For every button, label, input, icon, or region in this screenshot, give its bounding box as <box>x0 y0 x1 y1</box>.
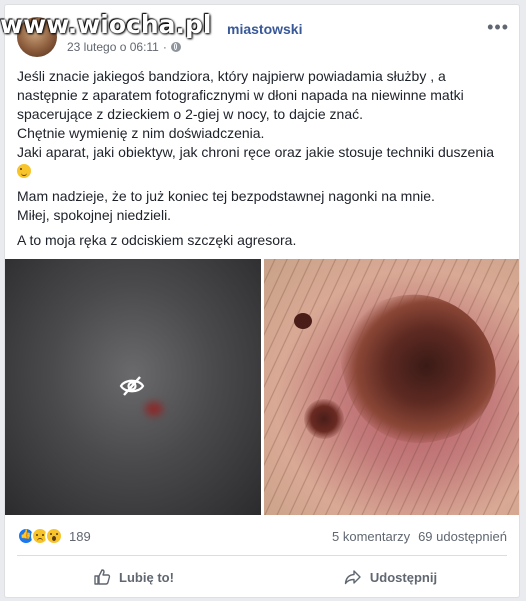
paragraph: A to moja ręka z odciskiem szczęki agres… <box>17 231 507 250</box>
text-line: Jaki aparat, jaki obiektyw, jak chroni r… <box>17 144 495 160</box>
wound-photo[interactable] <box>264 259 519 515</box>
shares-count[interactable]: 69 udostępnień <box>418 529 507 544</box>
post-card: miastowski 23 lutego o 06:11 · ••• Jeśli… <box>4 4 520 598</box>
comments-count[interactable]: 5 komentarzy <box>332 529 410 544</box>
reaction-count: 189 <box>69 528 91 544</box>
text-line: Jeśli znacie jakiegoś bandziora, który n… <box>17 68 446 84</box>
thumbs-up-icon <box>94 569 111 585</box>
text-line: Chętnie wymienię z nim doświadczenia. <box>17 125 265 141</box>
wink-emoji-icon <box>17 164 31 178</box>
share-button[interactable]: Udostępnij <box>262 561 519 593</box>
blurred-photo[interactable] <box>5 259 261 515</box>
meta-separator: · <box>162 40 167 54</box>
divider <box>17 555 507 556</box>
photo-grid <box>5 259 519 515</box>
hidden-eye-icon[interactable] <box>119 375 145 397</box>
post-text: Jeśli znacie jakiegoś bandziora, który n… <box>17 67 507 256</box>
paragraph: Mam nadzieje, że to już koniec tej bezpo… <box>17 187 507 225</box>
share-label: Udostępnij <box>369 569 438 585</box>
more-options-icon[interactable]: ••• <box>487 17 509 38</box>
author-name[interactable]: miastowski <box>227 21 302 37</box>
wound-spot <box>304 399 344 439</box>
text-line: Miłej, spokojnej niedzieli. <box>17 207 172 223</box>
paragraph: Jeśli znacie jakiegoś bandziora, który n… <box>17 67 507 181</box>
watermark: www.wiocha.pl <box>0 10 212 39</box>
globe-icon[interactable] <box>170 42 181 52</box>
text-line: Mam nadzieje, że to już koniec tej bezpo… <box>17 188 435 204</box>
like-button[interactable]: Lubię to! <box>5 561 262 593</box>
reactions-summary[interactable]: 189 <box>17 527 91 545</box>
action-bar: Lubię to! Udostępnij <box>5 561 519 593</box>
share-arrow-icon <box>344 570 361 585</box>
blur-spot <box>145 402 163 416</box>
post-meta: 23 lutego o 06:11 · <box>67 40 181 54</box>
text-line: następnie z aparatem fotograficznymi w d… <box>17 87 464 103</box>
post-date[interactable]: 23 lutego o 06:11 <box>67 40 159 54</box>
text-line: A to moja ręka z odciskiem szczęki agres… <box>17 232 297 248</box>
like-label: Lubię to! <box>119 569 174 585</box>
wound-spot <box>294 313 312 329</box>
wow-reaction-icon <box>45 527 63 545</box>
text-line: spacerujące z dzieckiem o 2-giej w nocy,… <box>17 106 364 122</box>
engagement-counts: 5 komentarzy 69 udostępnień <box>332 529 507 544</box>
